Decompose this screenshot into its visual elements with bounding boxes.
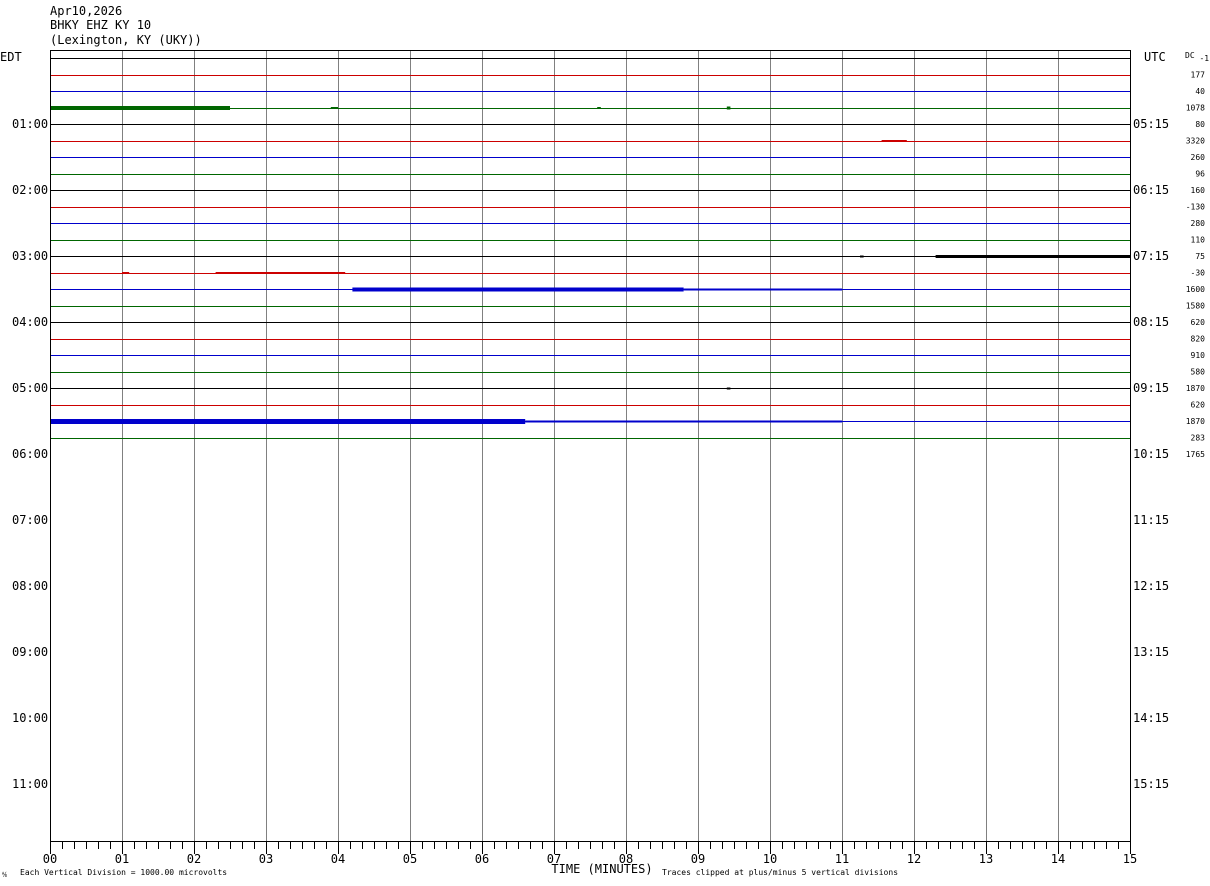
edt-hour-label: 10:00 xyxy=(12,711,48,725)
x-tick-label: 08 xyxy=(619,852,633,866)
trace-activity-burst xyxy=(352,287,684,292)
edt-hour-label: 06:00 xyxy=(12,447,48,461)
right-timezone-label: UTC xyxy=(1144,50,1166,64)
dc-offset-value: 177 xyxy=(1191,71,1206,80)
dc-offset-value: 620 xyxy=(1191,401,1206,410)
dc-offset-value: 96 xyxy=(1195,170,1205,179)
dc-offset-value: 910 xyxy=(1191,351,1206,360)
plot-border xyxy=(50,50,1131,842)
dc-offset-value: 160 xyxy=(1191,186,1206,195)
x-tick-label: 13 xyxy=(979,852,993,866)
utc-hour-label: 13:15 xyxy=(1133,645,1169,659)
trace-activity-burst xyxy=(525,420,842,423)
utc-hour-label: 11:15 xyxy=(1133,513,1169,527)
helicorder-plot: EDT UTC DC -1 TIME (MINUTES) Each Vertic… xyxy=(0,50,1209,879)
dc-offset-value: -30 xyxy=(1191,269,1206,278)
dc-offset-value: 1870 xyxy=(1186,417,1205,426)
utc-hour-label: 07:15 xyxy=(1133,249,1169,263)
dc-label-subscript: -1 xyxy=(1199,54,1209,63)
x-tick-label: 03 xyxy=(259,852,273,866)
trace-activity-burst xyxy=(860,255,864,258)
dc-offset-value: 820 xyxy=(1191,335,1206,344)
trace-lines xyxy=(50,58,1130,439)
x-tick-label: 14 xyxy=(1051,852,1065,866)
edt-hour-label: 07:00 xyxy=(12,513,48,527)
dc-offset-value: 110 xyxy=(1191,236,1206,245)
trace-activity-burst xyxy=(726,387,731,390)
dc-offset-value: 280 xyxy=(1191,219,1206,228)
dc-offset-value: 1078 xyxy=(1186,104,1205,113)
edt-hour-label: 11:00 xyxy=(12,777,48,791)
edt-hour-label: 04:00 xyxy=(12,315,48,329)
utc-hour-label: 06:15 xyxy=(1133,183,1169,197)
corner-mark: ⅍ xyxy=(2,870,7,879)
utc-hour-label: 12:15 xyxy=(1133,579,1169,593)
clip-note: Traces clipped at plus/minus 5 vertical … xyxy=(662,868,898,877)
x-tick-label: 12 xyxy=(907,852,921,866)
dc-label: DC -1 xyxy=(1185,51,1209,63)
utc-hour-label: 14:15 xyxy=(1133,711,1169,725)
dc-offset-value: 260 xyxy=(1191,153,1206,162)
edt-hour-label: 05:00 xyxy=(12,381,48,395)
trace-activity-burst xyxy=(726,106,731,110)
x-axis-ticks xyxy=(50,842,1131,854)
dc-offset-value: 80 xyxy=(1195,120,1205,129)
dc-offset-value: 75 xyxy=(1195,252,1205,261)
dc-offset-value: 1600 xyxy=(1186,285,1205,294)
edt-hour-label: 03:00 xyxy=(12,249,48,263)
dc-offset-value: 1765 xyxy=(1186,450,1205,459)
trace-activity xyxy=(50,106,1130,424)
utc-hour-label: 05:15 xyxy=(1133,117,1169,131)
trace-activity-burst xyxy=(50,106,230,110)
utc-hour-label: 10:15 xyxy=(1133,447,1169,461)
dc-offset-value: 283 xyxy=(1191,434,1206,443)
edt-hour-label: 02:00 xyxy=(12,183,48,197)
x-tick-label: 01 xyxy=(115,852,129,866)
scale-note: Each Vertical Division = 1000.00 microvo… xyxy=(20,868,227,877)
edt-hour-label: 09:00 xyxy=(12,645,48,659)
utc-hour-label: 15:15 xyxy=(1133,777,1169,791)
x-tick-label: 10 xyxy=(763,852,777,866)
x-tick-label: 07 xyxy=(547,852,561,866)
edt-hour-label: 08:00 xyxy=(12,579,48,593)
utc-hour-label: 09:15 xyxy=(1133,381,1169,395)
dc-offset-value: 1580 xyxy=(1186,302,1205,311)
dc-offset-value: 40 xyxy=(1195,87,1205,96)
x-tick-label: 05 xyxy=(403,852,417,866)
x-axis-label: TIME (MINUTES) xyxy=(551,862,652,876)
trace-activity-burst xyxy=(683,288,842,291)
x-tick-label: 00 xyxy=(43,852,57,866)
minute-grid xyxy=(122,51,1059,842)
x-tick-label: 15 xyxy=(1123,852,1137,866)
trace-activity-burst xyxy=(881,140,907,142)
left-timezone-label: EDT xyxy=(0,50,22,64)
trace-activity-burst xyxy=(935,255,1130,258)
dc-offset-value: 1870 xyxy=(1186,384,1205,393)
trace-activity-burst xyxy=(330,107,338,109)
dc-offset-value: 580 xyxy=(1191,368,1206,377)
x-tick-label: 02 xyxy=(187,852,201,866)
dc-label-text: DC xyxy=(1185,51,1195,60)
trace-activity-burst xyxy=(122,272,130,274)
trace-activity-burst xyxy=(50,419,526,424)
utc-hour-label: 08:15 xyxy=(1133,315,1169,329)
edt-hour-label: 01:00 xyxy=(12,117,48,131)
x-tick-label: 09 xyxy=(691,852,705,866)
dc-offset-value: -130 xyxy=(1186,203,1205,212)
trace-activity-burst xyxy=(597,107,601,109)
x-tick-label: 11 xyxy=(835,852,849,866)
dc-offset-value: 620 xyxy=(1191,318,1206,327)
plot-frame xyxy=(50,50,1131,842)
x-tick-label: 04 xyxy=(331,852,345,866)
dc-offset-value: 3320 xyxy=(1186,137,1205,146)
x-tick-label: 06 xyxy=(475,852,489,866)
trace-activity-burst xyxy=(215,272,346,274)
